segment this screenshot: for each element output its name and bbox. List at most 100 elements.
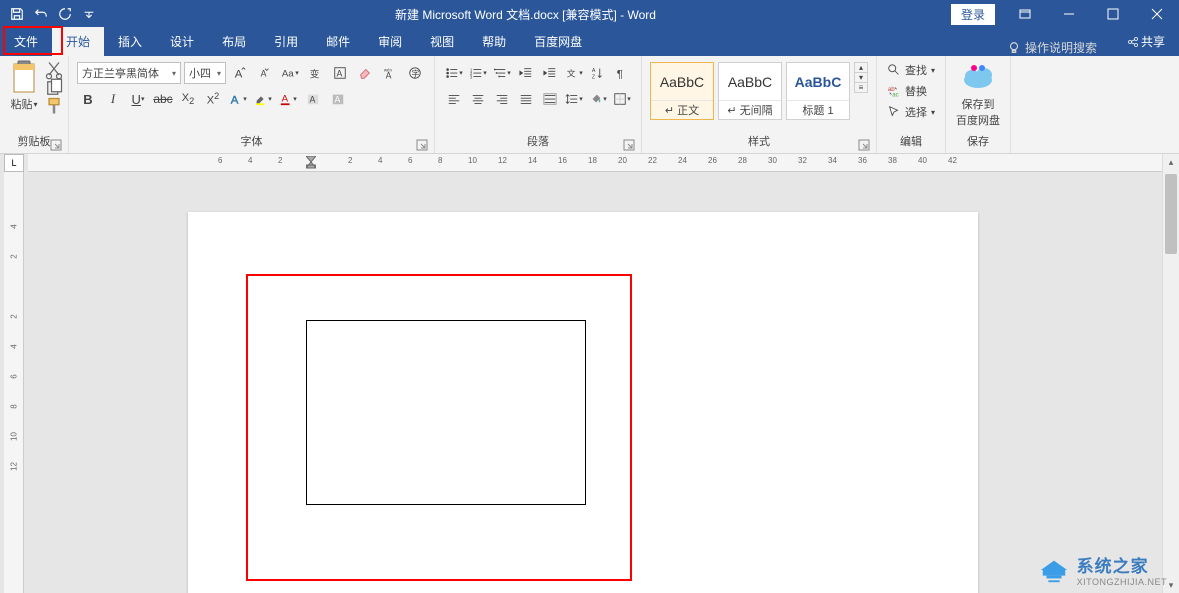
tab-mailings[interactable]: 邮件 [312,27,364,56]
superscript-button[interactable]: X2 [202,88,224,110]
close-icon[interactable] [1135,0,1179,28]
tab-references[interactable]: 引用 [260,27,312,56]
numbering-button[interactable]: 123▾ [467,62,489,84]
show-marks-button[interactable]: ¶ [611,62,633,84]
tab-insert[interactable]: 插入 [104,27,156,56]
undo-icon[interactable] [30,3,52,25]
char-shading-button[interactable]: A [302,88,324,110]
vertical-scrollbar[interactable]: ▴ ▾ [1162,154,1179,593]
styles-dialog-launcher[interactable] [858,139,870,151]
asian-layout-button[interactable]: 文▾ [563,62,585,84]
copy-icon [44,78,64,98]
change-case-icon: Aa [281,66,295,80]
font-size-combo[interactable]: 小四▾ [184,62,226,84]
style-normal[interactable]: AaBbC ↵ 正文 [650,62,714,120]
borders-button[interactable]: ▾ [611,88,633,110]
inserted-rectangle-shape[interactable] [306,320,586,505]
shrink-font-button[interactable]: A [254,62,276,84]
group-styles: AaBbC ↵ 正文 AaBbC ↵ 无间隔 AaBbC 标题 1 ▴ ▾ ≡ … [642,56,877,153]
enclose-icon: 字 [408,66,422,80]
styles-scroll-down[interactable]: ▾ [855,73,867,83]
first-line-indent-marker[interactable] [306,156,316,170]
font-name-combo[interactable]: 方正兰亭黑简体▾ [77,62,181,84]
svg-text:文: 文 [567,68,576,79]
copy-button[interactable] [44,80,64,96]
paste-button[interactable]: 粘贴▾ [4,58,44,114]
format-painter-button[interactable] [44,98,64,114]
tab-view[interactable]: 视图 [416,27,468,56]
align-right-icon [495,92,509,106]
save-icon[interactable] [6,3,28,25]
bullets-button[interactable]: ▾ [443,62,465,84]
numbering-icon: 123 [469,66,483,80]
font-dialog-launcher[interactable] [416,139,428,151]
svg-text:A: A [231,94,239,106]
tell-me-search[interactable]: 操作说明搜索 [1007,39,1097,56]
tab-selector[interactable]: L [4,154,24,172]
align-left-button[interactable] [443,88,465,110]
grow-font-icon: A [233,66,247,80]
font-color-button[interactable]: A▾ [277,88,299,110]
strikethrough-button[interactable]: abc [152,88,174,110]
save-to-baidu-button[interactable]: 保存到 百度网盘 [950,58,1006,131]
select-button[interactable]: 选择▾ [885,102,937,122]
italic-button[interactable]: I [102,88,124,110]
style-heading1[interactable]: AaBbC 标题 1 [786,62,850,120]
clear-format-button[interactable] [354,62,376,84]
tab-file[interactable]: 文件 [0,27,52,56]
align-right-button[interactable] [491,88,513,110]
sort-button[interactable]: AZ [587,62,609,84]
decrease-indent-button[interactable] [515,62,537,84]
styles-expand[interactable]: ≡ [855,83,867,92]
tab-review[interactable]: 审阅 [364,27,416,56]
highlight-button[interactable]: ▾ [252,88,274,110]
multilevel-list-button[interactable]: ▾ [491,62,513,84]
paragraph-dialog-launcher[interactable] [623,139,635,151]
scrollbar-thumb[interactable] [1165,174,1177,254]
tab-layout[interactable]: 布局 [208,27,260,56]
redo-icon[interactable] [54,3,76,25]
grow-font-button[interactable]: A [229,62,251,84]
justify-button[interactable] [515,88,537,110]
minimize-icon[interactable] [1047,0,1091,28]
replace-button[interactable]: abac替换 [885,81,929,101]
maximize-icon[interactable] [1091,0,1135,28]
text-effects-button[interactable]: A▾ [227,88,249,110]
phonetic-guide-button[interactable]: 变 [304,62,326,84]
increase-indent-button[interactable] [539,62,561,84]
find-button[interactable]: 查找▾ [885,60,937,80]
tab-design[interactable]: 设计 [156,27,208,56]
line-spacing-button[interactable]: ▾ [563,88,585,110]
style-no-spacing[interactable]: AaBbC ↵ 无间隔 [718,62,782,120]
login-button[interactable]: 登录 [951,4,995,25]
bold-button[interactable]: B [77,88,99,110]
enclose-char-button[interactable]: 字 [404,62,426,84]
tab-home[interactable]: 开始 [52,27,104,56]
ribbon-display-icon[interactable] [1003,0,1047,28]
pinyin-button[interactable]: wénA [379,62,401,84]
cut-button[interactable] [44,62,64,78]
svg-text:3: 3 [470,74,473,79]
tab-baidu[interactable]: 百度网盘 [520,27,596,56]
group-editing: 查找▾ abac替换 选择▾ 编辑 [877,56,946,153]
share-button[interactable]: 共享 [1113,27,1179,56]
styles-scroll-up[interactable]: ▴ [855,63,867,73]
character-border-button[interactable]: A [329,62,351,84]
underline-button[interactable]: U▾ [127,88,149,110]
distribute-button[interactable] [539,88,561,110]
svg-text:字: 字 [412,69,420,79]
clipboard-dialog-launcher[interactable] [50,139,62,151]
align-center-button[interactable] [467,88,489,110]
tab-help[interactable]: 帮助 [468,27,520,56]
change-case-button[interactable]: Aa▾ [279,62,301,84]
svg-text:Z: Z [592,74,596,80]
enclose-chars-button[interactable]: A [327,88,349,110]
horizontal-ruler[interactable]: 6 4 2 2 4 6 8 10 12 14 16 18 20 22 24 26… [28,154,1162,172]
document-page[interactable] [188,212,978,593]
scroll-up-icon[interactable]: ▴ [1163,154,1179,170]
vertical-ruler[interactable]: 4 2 2 4 6 8 10 12 [4,172,24,593]
subscript-button[interactable]: X2 [177,88,199,110]
qat-customize-icon[interactable] [78,3,100,25]
shading-button[interactable]: ▾ [587,88,609,110]
group-save: 保存到 百度网盘 保存 [946,56,1011,153]
